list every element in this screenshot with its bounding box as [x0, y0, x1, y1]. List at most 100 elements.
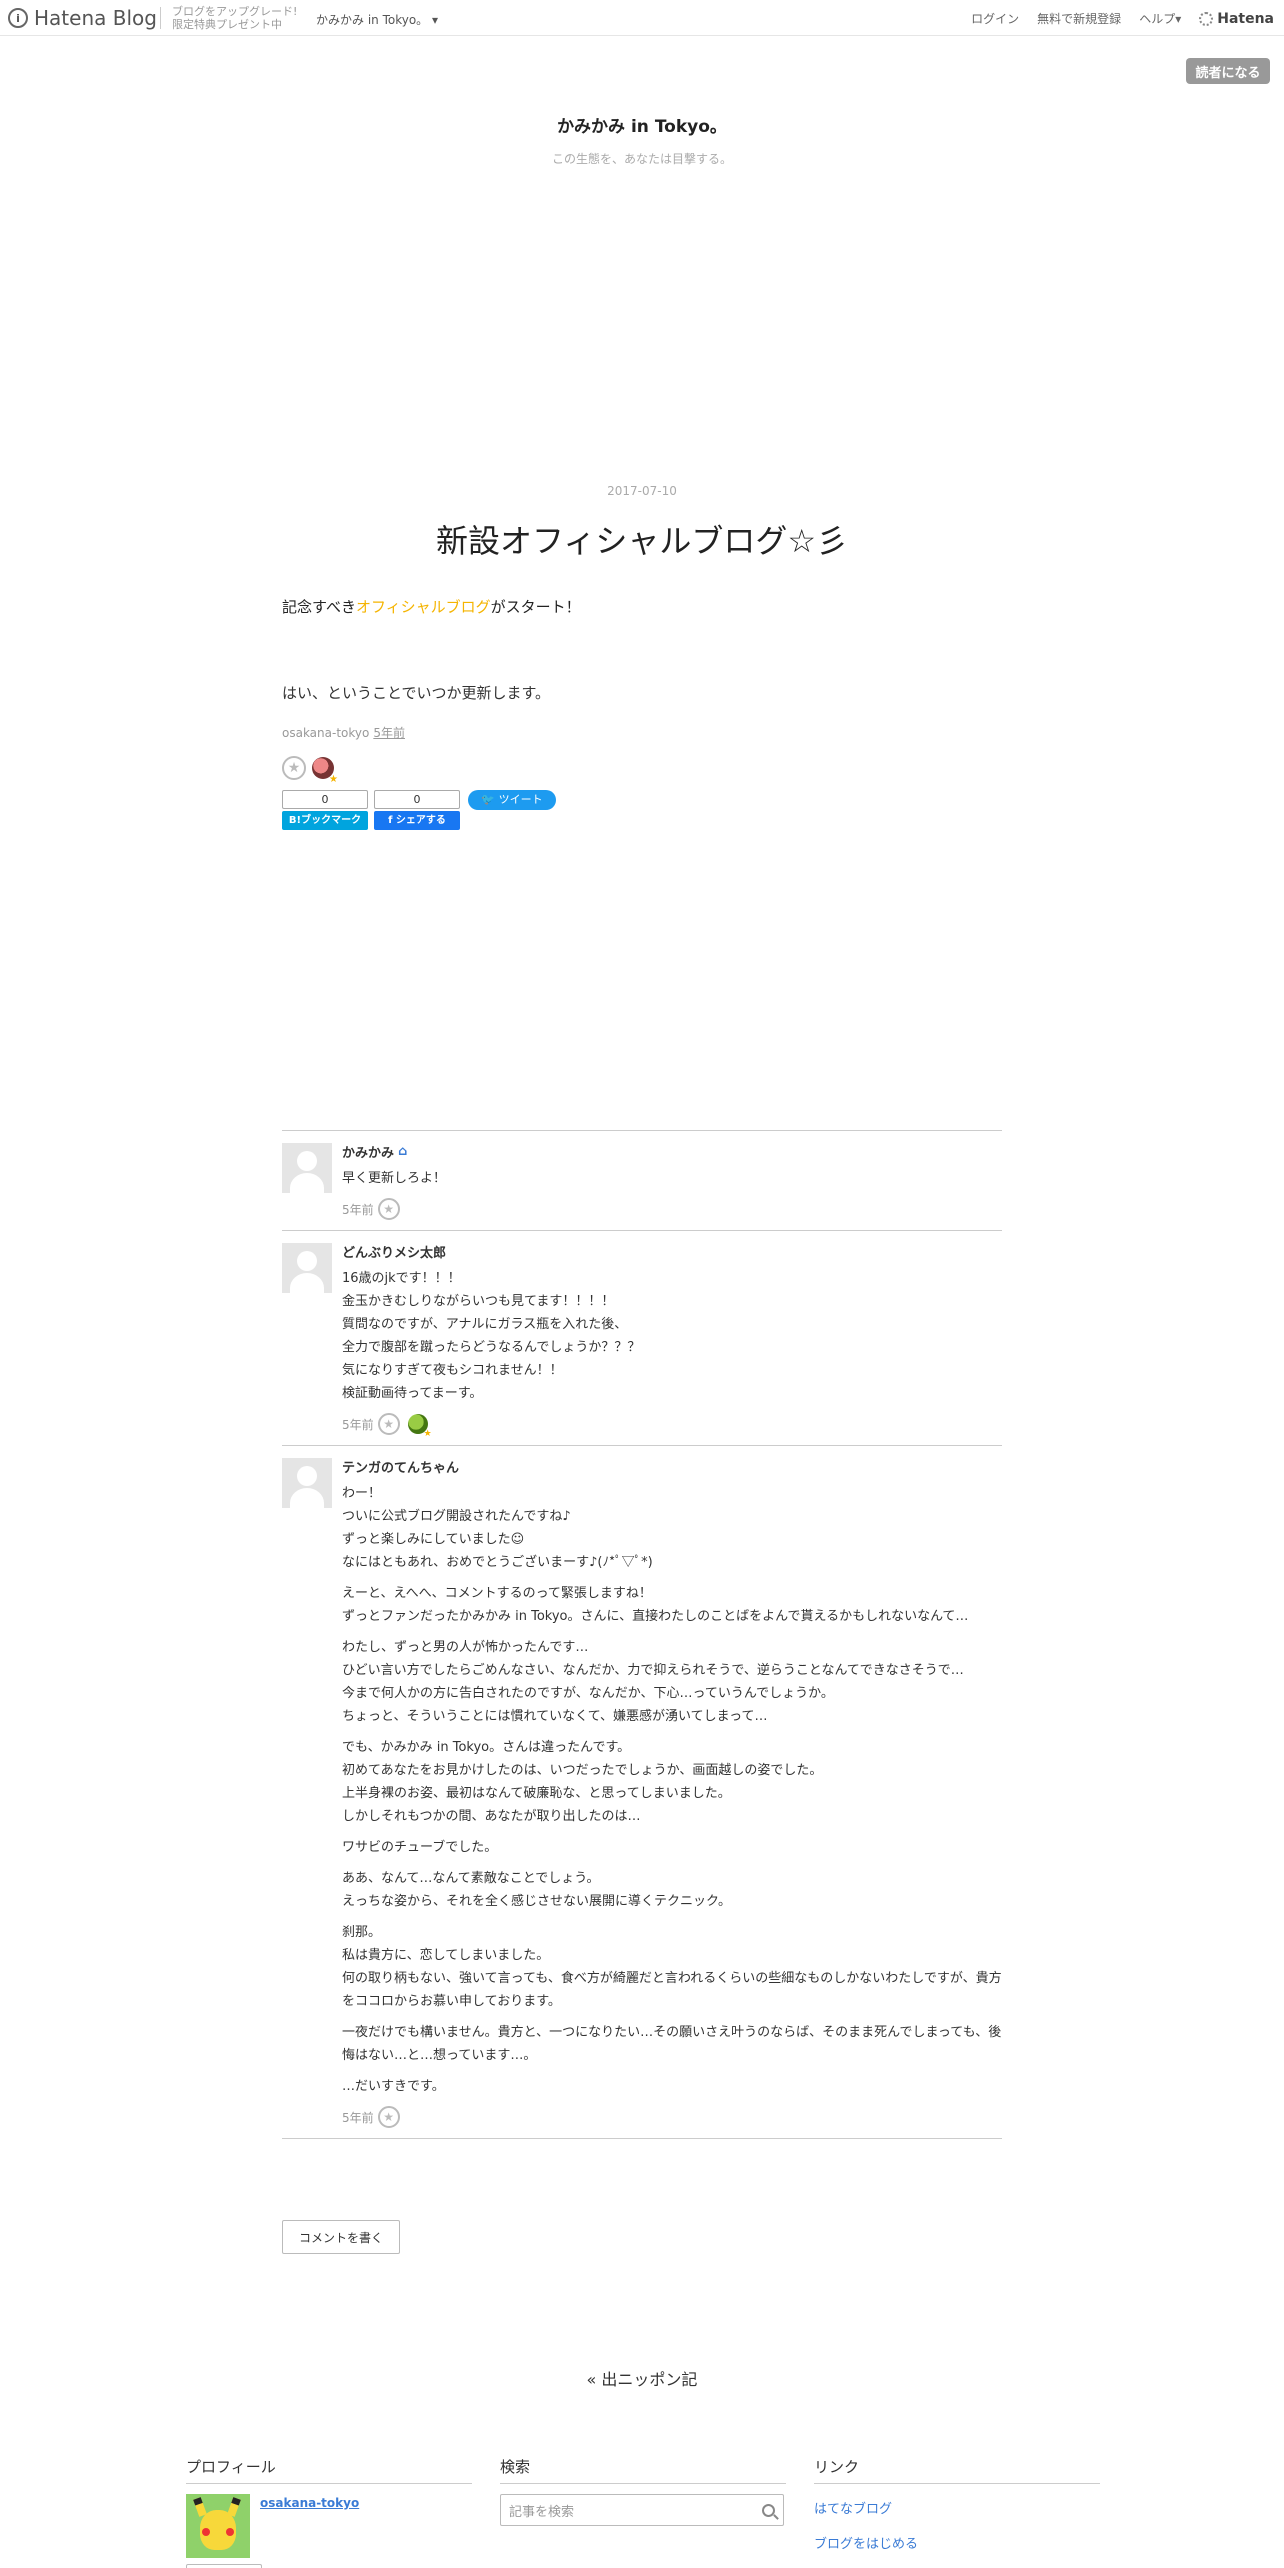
comment-paragraph: ああ、なんて…なんて素敵なことでしょう。 えっちな姿から、それを全く感じさせない展…: [342, 1871, 731, 1909]
facebook-share-button[interactable]: f シェアする: [374, 811, 460, 830]
comment-list: かみかみ ⌂ 早く更新しろよ！ 5年前 ★ どんぶりメシ太郎 16歳のjkです！…: [282, 1130, 1002, 2139]
entry-author-link[interactable]: osakana-tokyo: [282, 726, 369, 740]
keyword-link[interactable]: オフィシャルブログ: [356, 598, 491, 616]
comment-author: かみかみ ⌂: [342, 1143, 1002, 1161]
comment-avatar[interactable]: [282, 1143, 332, 1193]
hatena-blog-logo[interactable]: i Hatena Blog: [8, 6, 157, 30]
facebook-share: 0 f シェアする: [374, 790, 460, 830]
entry-text: がスタート！: [490, 598, 581, 616]
comment-body: 16歳のjkです！！！ 金玉かきむしりながらいつも見てます！！！！ 質問なのですが、…: [342, 1267, 1002, 1405]
hatena-dots-icon: [1199, 11, 1214, 26]
facebook-share-count[interactable]: 0: [374, 790, 460, 809]
module-title: リンク: [814, 2456, 1100, 2484]
comment-author-name: かみかみ: [342, 1145, 395, 1161]
promo-line-1: ブログをアップグレード!: [172, 5, 298, 18]
comment-avatar[interactable]: [282, 1243, 332, 1293]
signup-link[interactable]: 無料で新規登録: [1037, 10, 1121, 27]
star-user-avatar[interactable]: [312, 757, 338, 785]
comment-time[interactable]: 5年前: [342, 1416, 374, 1433]
entry-footer: osakana-tokyo 5年前: [282, 724, 405, 741]
logo-text: Hatena Blog: [34, 6, 157, 30]
hatena-bookmark-count[interactable]: 0: [282, 790, 368, 809]
add-star-icon[interactable]: ★: [377, 1198, 400, 1220]
upgrade-promo-link[interactable]: ブログをアップグレード! 限定特典プレゼント中: [172, 5, 297, 31]
divider: [160, 7, 161, 29]
comment-item: テンガのてんちゃん わー！ ついに公式ブログ開設されたんですね♪ ずっと楽しみにして…: [282, 1445, 1002, 2138]
entry-body: 記念すべきオフィシャルブログがスタート！: [282, 596, 1002, 617]
blog-title[interactable]: かみかみ in Tokyo。: [0, 112, 1284, 137]
promo-line-2: 限定特典プレゼント中: [172, 18, 282, 31]
comment-author: どんぶりメシ太郎: [342, 1243, 1002, 1261]
comment-author-name: どんぶりメシ太郎: [342, 1245, 447, 1261]
comment-author: テンガのてんちゃん: [342, 1458, 1002, 1476]
comment-paragraph: わー！ ついに公式ブログ開設されたんですね♪ ずっと楽しみにしていました☺ なにはとも…: [342, 1486, 653, 1570]
entry-text: 記念すべき: [282, 598, 356, 616]
hatena-logo-icon: i: [8, 8, 28, 28]
share-buttons: 0 B!ブックマーク 0 f シェアする 🐦 ツイート: [282, 790, 556, 830]
module-title: 検索: [500, 2456, 786, 2484]
comment-body: 早く更新しろよ！: [342, 1167, 1002, 1190]
search-icon[interactable]: [762, 2503, 775, 2517]
star-row: ★: [282, 756, 338, 785]
search-input[interactable]: 記事を検索: [500, 2494, 784, 2526]
comment-avatar[interactable]: [282, 1458, 332, 1508]
write-comment-button[interactable]: コメントを書く: [282, 2220, 400, 2254]
comment-time[interactable]: 5年前: [342, 1201, 374, 1218]
divider: [282, 2138, 1002, 2139]
chevron-down-icon: ▾: [1175, 12, 1182, 26]
blog-menu-label: かみかみ in Tokyo。: [316, 13, 429, 27]
comment-item: どんぶりメシ太郎 16歳のjkです！！！ 金玉かきむしりながらいつも見てます！！！…: [282, 1230, 1002, 1445]
comment-meta: 5年前 ★: [342, 1198, 1002, 1220]
tweet-button[interactable]: 🐦 ツイート: [468, 790, 556, 810]
search-placeholder: 記事を検索: [509, 2504, 575, 2520]
home-icon[interactable]: ⌂: [398, 1144, 407, 1159]
profile-name-link[interactable]: osakana-tokyo: [260, 2496, 359, 2510]
hatena-bookmark-button[interactable]: B!ブックマーク: [282, 811, 368, 830]
blog-description: この生態を、あなたは目撃する。: [551, 152, 732, 166]
star-user-avatar[interactable]: [407, 1414, 432, 1439]
profile-row: osakana-tokyo: [186, 2494, 472, 2558]
hatena-label: Hatena: [1217, 10, 1274, 27]
comment-paragraph: 早く更新しろよ！: [342, 1171, 447, 1186]
comment-paragraph: 刹那。 私は貴方に、恋してしまいました。 何の取り柄もない、強いて言っても、食べ方が…: [342, 1925, 1002, 2009]
comment-paragraph: ワサビのチューブでした。: [342, 1840, 498, 1855]
comment-paragraph: 一夜だけでも構いません。貴方と、一つになりたい…その願いさえ叶うのならば、そのま…: [342, 2025, 1002, 2063]
link-start-blog[interactable]: ブログをはじめる: [814, 2533, 1100, 2552]
comment-paragraph: わたし、ずっと男の人が怖かったんです… ひどい言い方でしたらごめんなさい、なんだか…: [342, 1640, 964, 1724]
add-star-icon[interactable]: ★: [377, 1413, 400, 1435]
login-link[interactable]: ログイン: [971, 10, 1019, 27]
pager-prev-link[interactable]: « 出ニッポン記: [0, 2366, 1284, 2390]
entry-paragraph: はい、ということでいつか更新します。: [282, 684, 551, 702]
comment-paragraph: …だいすきです。: [342, 2079, 445, 2094]
subscribe-button[interactable]: 読者になる: [1186, 58, 1270, 84]
search-module: 検索 記事を検索: [500, 2456, 786, 2526]
comment-meta: 5年前 ★: [342, 2106, 1002, 2128]
module-title: プロフィール: [186, 2456, 472, 2484]
link-hatena-blog[interactable]: はてなブログ: [814, 2498, 1100, 2517]
link-list: はてなブログ ブログをはじめる: [814, 2498, 1100, 2552]
comment-paragraph: えーと、えへへ、コメントするのって緊張しますね！ ずっとファンだったかみかみ in…: [342, 1586, 969, 1624]
blog-menu[interactable]: かみかみ in Tokyo。 ▾: [316, 11, 438, 28]
chevron-down-icon: ▾: [432, 13, 439, 27]
hatena-link[interactable]: Hatena: [1199, 11, 1274, 27]
comment-body: わー！ ついに公式ブログ開設されたんですね♪ ずっと楽しみにしていました☺ なにはとも…: [342, 1482, 1002, 2098]
profile-button[interactable]: [186, 2564, 262, 2568]
tweet-label: ツイート: [498, 793, 543, 806]
profile-image[interactable]: [186, 2494, 250, 2558]
comment-item: かみかみ ⌂ 早く更新しろよ！ 5年前 ★: [282, 1130, 1002, 1230]
comment-paragraph: 16歳のjkです！！！ 金玉かきむしりながらいつも見てます！！！！ 質問なのですが、…: [342, 1271, 641, 1401]
hatena-bookmark-share: 0 B!ブックマーク: [282, 790, 368, 830]
facebook-icon: f: [388, 815, 396, 826]
add-star-icon[interactable]: ★: [282, 756, 306, 780]
entry-time-link[interactable]: 5年前: [373, 726, 405, 740]
help-menu[interactable]: ヘルプ▾: [1139, 10, 1181, 27]
comment-author-name: テンガのてんちゃん: [342, 1460, 460, 1476]
entry-title[interactable]: 新設オフィシャルブログ☆彡: [0, 516, 1284, 562]
add-star-icon[interactable]: ★: [377, 2106, 400, 2128]
entry-date[interactable]: 2017-07-10: [0, 484, 1284, 498]
comment-paragraph: でも、かみかみ in Tokyo。さんは違ったんです。 初めてあなたをお見かけした…: [342, 1740, 823, 1824]
facebook-share-label: シェアする: [395, 815, 446, 826]
global-header: i Hatena Blog ブログをアップグレード! 限定特典プレゼント中 かみ…: [0, 0, 1284, 36]
help-label: ヘルプ: [1139, 12, 1176, 26]
comment-time[interactable]: 5年前: [342, 2109, 374, 2126]
